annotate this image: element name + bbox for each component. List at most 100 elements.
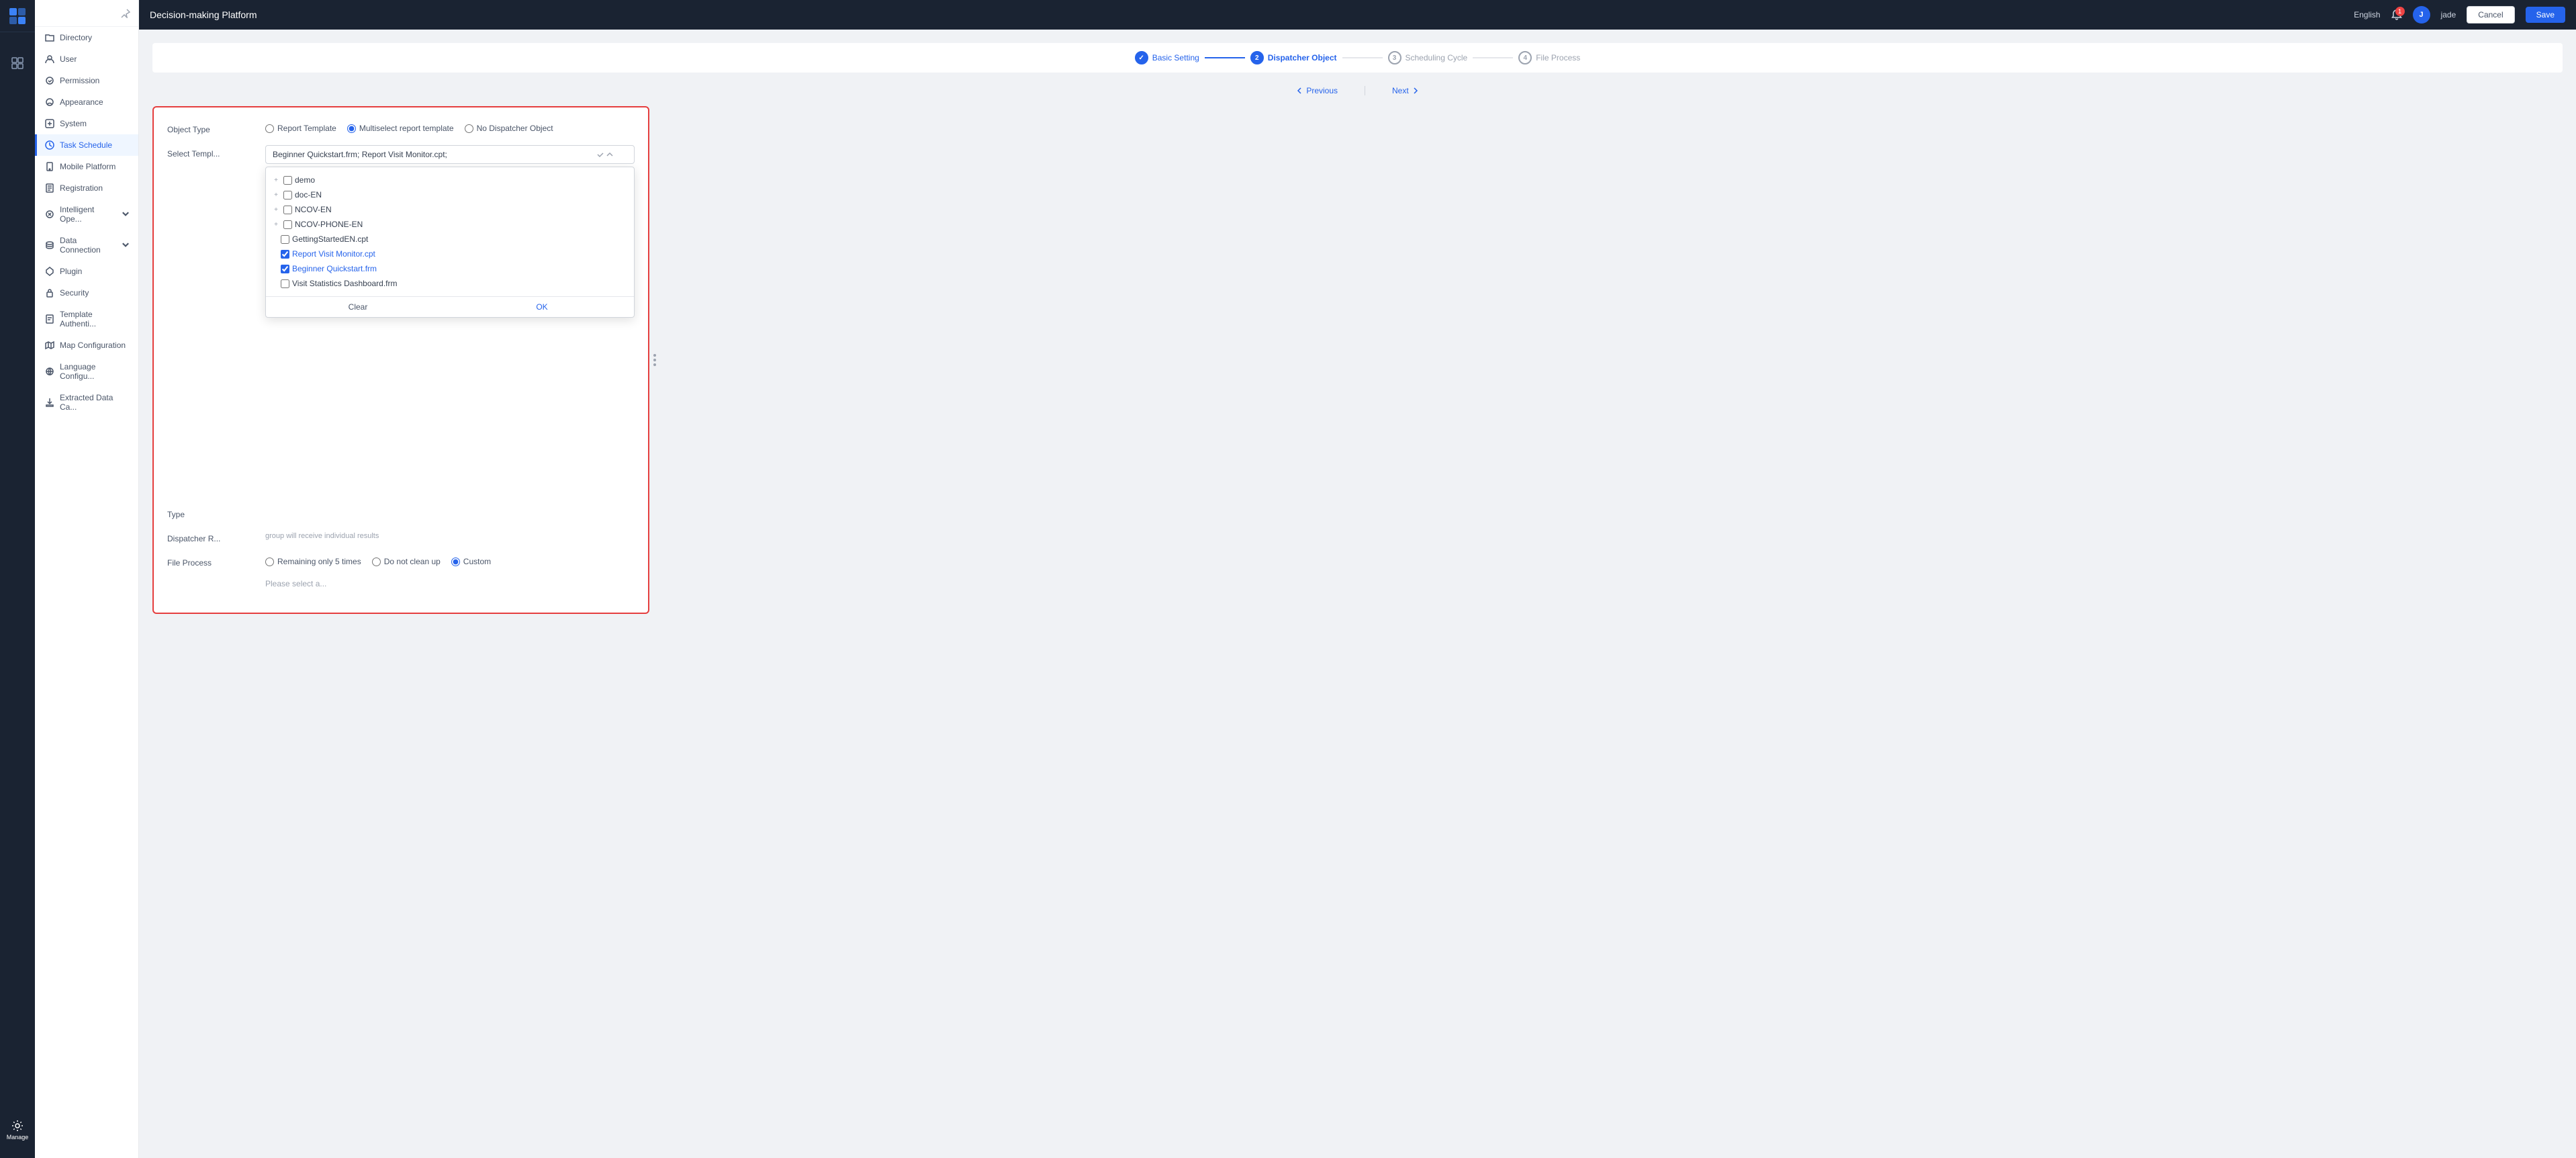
- radio-remaining[interactable]: Remaining only 5 times: [265, 557, 361, 566]
- topbar-right: English 1 J jade Cancel Save: [2354, 6, 2565, 24]
- check-report-visit[interactable]: [281, 250, 289, 259]
- radio-no-dispatcher-input[interactable]: [465, 124, 473, 133]
- panel-resize-dots[interactable]: [653, 354, 656, 366]
- cancel-button[interactable]: Cancel: [2467, 6, 2514, 24]
- expand-doc-en[interactable]: +: [271, 190, 281, 199]
- ok-button[interactable]: OK: [450, 297, 634, 317]
- icon-bar: Manage: [0, 0, 35, 1158]
- chevron-down-icon: [121, 210, 130, 219]
- sidebar-language-config-label: Language Configu...: [60, 362, 130, 381]
- select-template-control: Beginner Quickstart.frm; Report Visit Mo…: [265, 145, 635, 318]
- check-visit-stats[interactable]: [281, 279, 289, 288]
- tree-item-ncov-phone[interactable]: + NCOV-PHONE-EN: [266, 217, 634, 232]
- sidebar-item-directory[interactable]: Directory: [35, 27, 138, 48]
- sidebar-item-permission[interactable]: Permission: [35, 70, 138, 91]
- topbar-left: Decision-making Platform: [150, 9, 257, 20]
- radio-remaining-label: Remaining only 5 times: [277, 557, 361, 566]
- notification-bell[interactable]: 1: [2391, 9, 2402, 20]
- sidebar-item-user[interactable]: User: [35, 48, 138, 70]
- pin-icon[interactable]: [121, 9, 130, 18]
- ncov-phone-label: NCOV-PHONE-EN: [295, 220, 363, 229]
- sidebar-mobile-label: Mobile Platform: [60, 162, 116, 171]
- radio-custom-label: Custom: [463, 557, 491, 566]
- sidebar-item-system[interactable]: System: [35, 113, 138, 134]
- app-logo[interactable]: [0, 0, 35, 32]
- sidebar-item-security[interactable]: Security: [35, 282, 138, 304]
- dispatcher-placeholder-text: Please select a...: [265, 575, 326, 592]
- check-demo[interactable]: [283, 176, 292, 185]
- sidebar-item-appearance[interactable]: Appearance: [35, 91, 138, 113]
- check-ncov-en[interactable]: [283, 206, 292, 214]
- tree-item-beginner[interactable]: Beginner Quickstart.frm: [266, 261, 634, 276]
- sidebar-item-grid[interactable]: [0, 46, 35, 81]
- radio-custom[interactable]: Custom: [451, 557, 491, 566]
- check-beginner[interactable]: [281, 265, 289, 273]
- dropdown-tree: + demo + doc-EN +: [266, 167, 634, 296]
- radio-multiselect-input[interactable]: [347, 124, 356, 133]
- dropdown-menu: + demo + doc-EN +: [265, 167, 635, 318]
- radio-do-not-clean[interactable]: Do not clean up: [372, 557, 441, 566]
- beginner-label: Beginner Quickstart.frm: [292, 264, 377, 273]
- sidebar-data-connection-label: Data Connection: [60, 236, 116, 255]
- save-button[interactable]: Save: [2526, 7, 2565, 23]
- sidebar-item-map-config[interactable]: Map Configuration: [35, 335, 138, 356]
- radio-custom-input[interactable]: [451, 558, 460, 566]
- username[interactable]: jade: [2441, 10, 2456, 19]
- demo-label: demo: [295, 175, 315, 185]
- radio-multiselect[interactable]: Multiselect report template: [347, 124, 454, 133]
- step3-num: 3: [1388, 51, 1401, 64]
- security-icon: [45, 288, 54, 298]
- sidebar-item-manage[interactable]: Manage: [0, 1112, 35, 1147]
- sidebar-item-registration[interactable]: Registration: [35, 177, 138, 199]
- tree-item-demo[interactable]: + demo: [266, 173, 634, 187]
- object-type-row: Object Type Report Template Multiselect …: [167, 121, 635, 134]
- tree-item-ncov-en[interactable]: + NCOV-EN: [266, 202, 634, 217]
- expand-ncov-en[interactable]: +: [271, 205, 281, 214]
- radio-report-template[interactable]: Report Template: [265, 124, 336, 133]
- previous-button[interactable]: Previous: [1295, 86, 1338, 95]
- visit-stats-label: Visit Statistics Dashboard.frm: [292, 279, 398, 288]
- step1-num: ✓: [1135, 51, 1148, 64]
- dot2: [653, 359, 656, 361]
- sidebar-item-plugin[interactable]: Plugin: [35, 261, 138, 282]
- check-doc-en[interactable]: [283, 191, 292, 199]
- sidebar-permission-label: Permission: [60, 76, 99, 85]
- dispatcher-hint: group will receive individual results: [265, 528, 379, 540]
- step4-num: 4: [1518, 51, 1532, 64]
- expand-ncov-phone[interactable]: +: [271, 220, 281, 229]
- step1-label: Basic Setting: [1152, 53, 1199, 62]
- language-selector[interactable]: English: [2354, 10, 2380, 19]
- sidebar-item-intelligent[interactable]: Intelligent Ope...: [35, 199, 138, 230]
- radio-report-template-input[interactable]: [265, 124, 274, 133]
- radio-do-not-clean-input[interactable]: [372, 558, 381, 566]
- select-template-value: Beginner Quickstart.frm; Report Visit Mo…: [273, 150, 447, 159]
- dot1: [653, 354, 656, 357]
- tree-item-getting-started[interactable]: GettingStartedEN.cpt: [266, 232, 634, 247]
- database-icon: [45, 240, 54, 250]
- next-button[interactable]: Next: [1392, 86, 1420, 95]
- select-template-display[interactable]: Beginner Quickstart.frm; Report Visit Mo…: [265, 145, 635, 164]
- dispatcher-panel: Object Type Report Template Multiselect …: [152, 106, 649, 614]
- sidebar-item-mobile[interactable]: Mobile Platform: [35, 156, 138, 177]
- radio-no-dispatcher[interactable]: No Dispatcher Object: [465, 124, 553, 133]
- radio-remaining-input[interactable]: [265, 558, 274, 566]
- check-ncov-phone[interactable]: [283, 220, 292, 229]
- sidebar-item-task-schedule[interactable]: Task Schedule: [35, 134, 138, 156]
- check-getting-started[interactable]: [281, 235, 289, 244]
- sidebar-item-language-config[interactable]: Language Configu...: [35, 356, 138, 387]
- tree-item-report-visit[interactable]: Report Visit Monitor.cpt: [266, 247, 634, 261]
- type-label: Type: [167, 506, 255, 519]
- sidebar-item-template-auth[interactable]: Template Authenti...: [35, 304, 138, 335]
- tree-item-visit-stats[interactable]: Visit Statistics Dashboard.frm: [266, 276, 634, 291]
- sidebar-item-data-connection[interactable]: Data Connection: [35, 230, 138, 261]
- user-avatar[interactable]: J: [2413, 6, 2430, 24]
- download-icon: [45, 398, 54, 407]
- sidebar-item-extracted-data[interactable]: Extracted Data Ca...: [35, 387, 138, 418]
- clear-button[interactable]: Clear: [266, 297, 450, 317]
- registration-icon: [45, 183, 54, 193]
- radio-multiselect-label: Multiselect report template: [359, 124, 454, 133]
- tree-item-doc-en[interactable]: + doc-EN: [266, 187, 634, 202]
- expand-demo[interactable]: +: [271, 175, 281, 185]
- getting-started-label: GettingStartedEN.cpt: [292, 234, 368, 244]
- sidebar-intelligent-label: Intelligent Ope...: [60, 205, 116, 224]
